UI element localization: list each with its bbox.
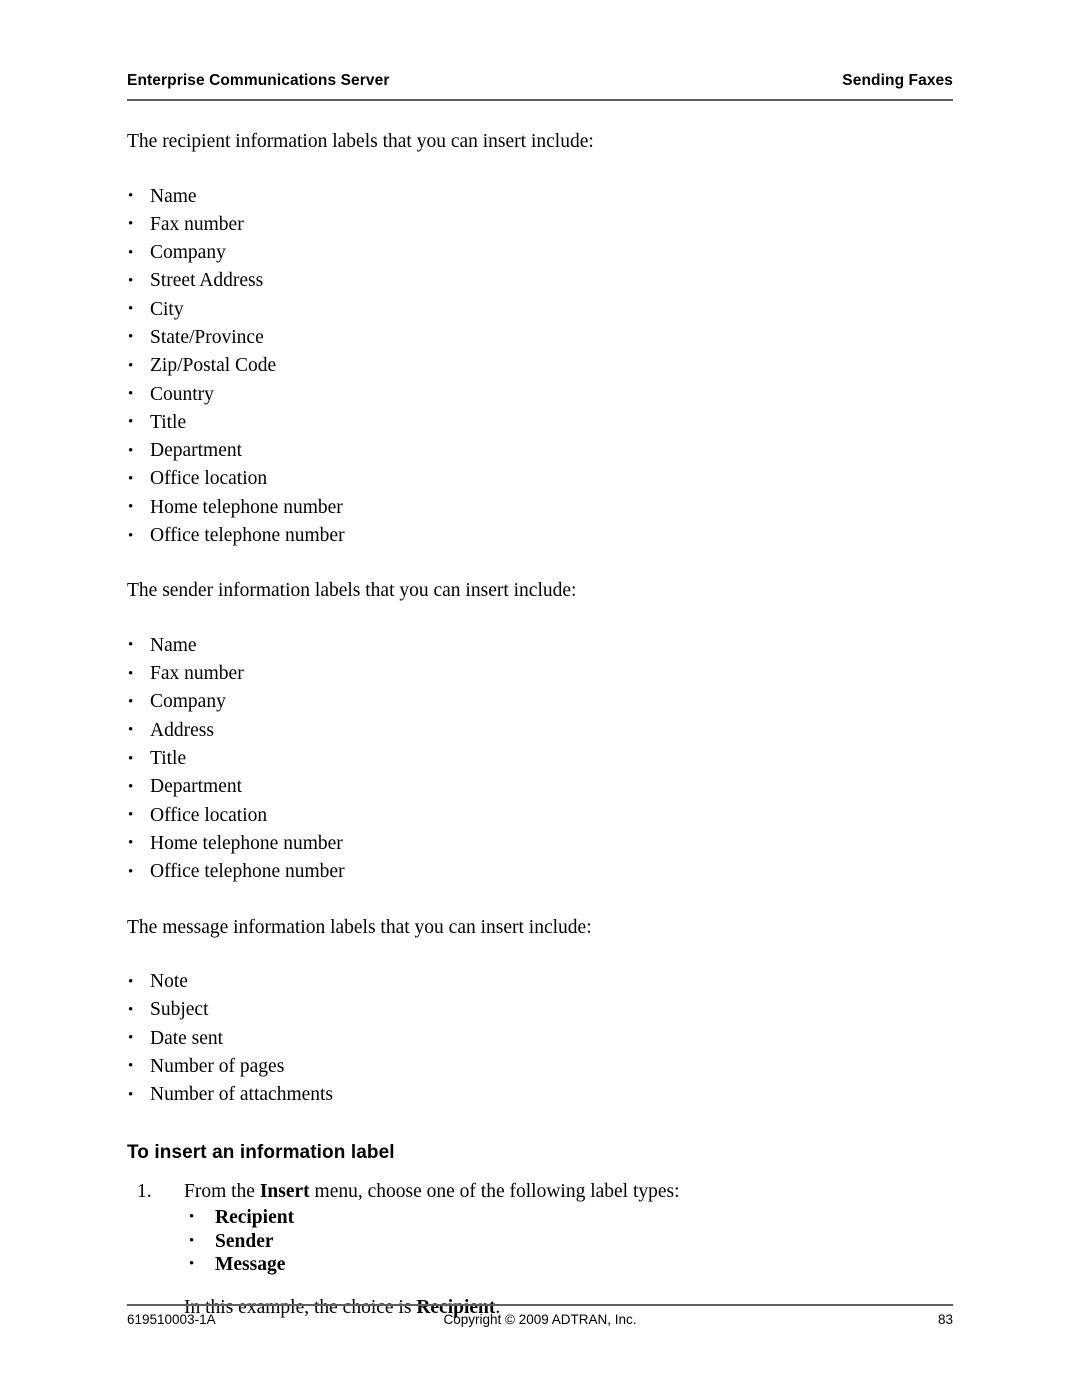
page-content: The recipient information labels that yo… (127, 132, 953, 1317)
step-text-suffix: menu, choose one of the following label … (309, 1180, 680, 1202)
document-page: Enterprise Communications Server Sending… (0, 0, 1080, 1397)
label-types-list: Recipient Sender Message (184, 1206, 953, 1277)
footer-divider (127, 1304, 953, 1306)
header-title-left: Enterprise Communications Server (127, 72, 390, 89)
message-intro-paragraph: The message information labels that you … (127, 916, 592, 938)
list-item: Note (127, 968, 953, 997)
copyright-notice: Copyright © 2009 ADTRAN, Inc. (443, 1312, 637, 1327)
list-item: Title (127, 745, 953, 774)
page-footer: 619510003-1A Copyright © 2009 ADTRAN, In… (127, 1312, 953, 1332)
header-title-right: Sending Faxes (842, 72, 953, 89)
list-item: Department (127, 773, 953, 802)
page-number: 83 (937, 1312, 953, 1327)
list-item: Office telephone number (127, 522, 953, 551)
list-item: Zip/Postal Code (127, 352, 953, 381)
list-item: Street Address (127, 267, 953, 296)
list-item: Number of attachments (127, 1081, 953, 1110)
list-item: Country (127, 380, 953, 409)
list-item: Home telephone number (127, 829, 953, 858)
procedure-heading: To insert an information label (127, 1141, 395, 1163)
header-divider (127, 99, 953, 101)
list-item: Recipient (184, 1206, 953, 1230)
list-item: Office location (127, 801, 953, 830)
list-item: Office location (127, 465, 953, 494)
sender-intro-paragraph: The sender information labels that you c… (127, 580, 577, 602)
recipient-intro-paragraph: The recipient information labels that yo… (127, 131, 594, 152)
insert-menu-emphasis: Insert (259, 1180, 310, 1202)
list-item: Department (127, 437, 953, 466)
list-item: Company (127, 688, 953, 717)
list-item: Name (127, 631, 953, 660)
list-item: Title (127, 408, 953, 437)
page-header: Enterprise Communications Server Sending… (127, 72, 953, 90)
list-item: Name (127, 182, 953, 211)
step-text-prefix: From the (184, 1180, 260, 1202)
step-text: From the Insert menu, choose one of the … (184, 1181, 680, 1202)
list-item: Subject (127, 996, 953, 1025)
recipient-labels-list: Name Fax number Company Street Address C… (127, 182, 953, 551)
list-item: Office telephone number (127, 858, 953, 887)
message-labels-list: Note Subject Date sent Number of pages N… (127, 968, 953, 1110)
list-item: Address (127, 716, 953, 745)
step-item: 1. From the Insert menu, choose one of t… (127, 1180, 953, 1318)
list-item: Message (184, 1253, 953, 1277)
step-number: 1. (137, 1180, 152, 1202)
list-item: Fax number (127, 210, 953, 239)
list-item: State/Province (127, 323, 953, 352)
list-item: City (127, 295, 953, 324)
list-item: Company (127, 239, 953, 268)
list-item: Sender (184, 1230, 953, 1254)
list-item: Number of pages (127, 1052, 953, 1081)
list-item: Date sent (127, 1024, 953, 1053)
sender-labels-list: Name Fax number Company Address Title De… (127, 631, 953, 887)
list-item: Fax number (127, 660, 953, 689)
procedure-steps: 1. From the Insert menu, choose one of t… (127, 1180, 953, 1318)
list-item: Home telephone number (127, 493, 953, 522)
